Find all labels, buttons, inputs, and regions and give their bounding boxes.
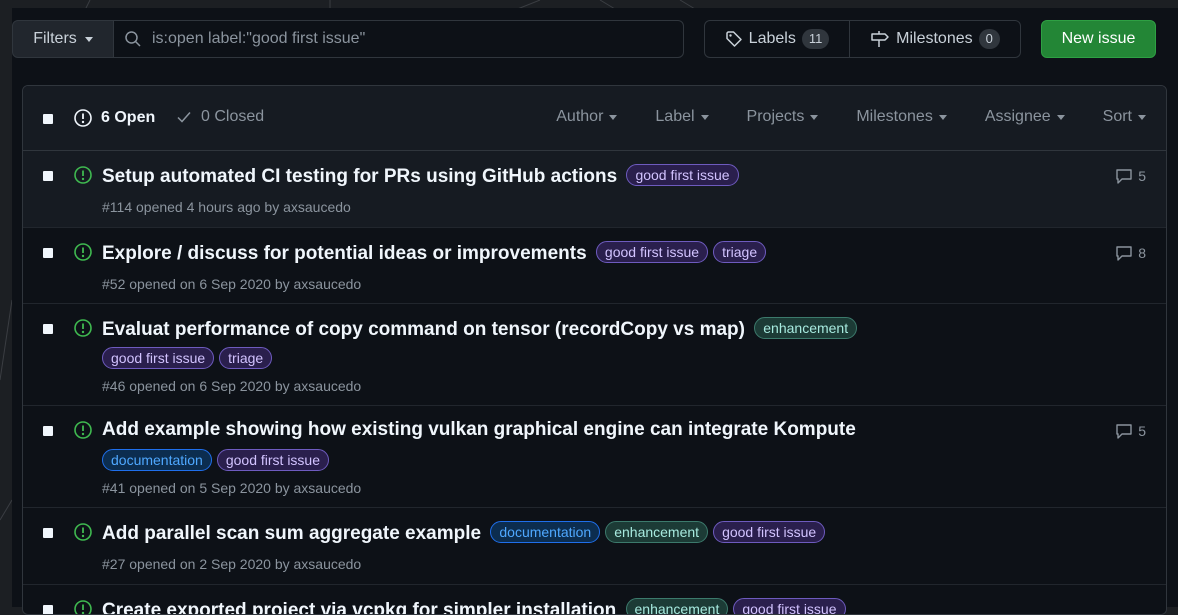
label-documentation[interactable]: documentation [102,449,212,471]
chevron-down-icon [810,114,819,120]
closed-issues-tab[interactable]: 0 Closed [175,108,264,126]
issue-meta: #46 opened on 6 Sep 2020 by axsaucedo [102,378,362,394]
labels-button[interactable]: Labels 11 [704,20,850,58]
issue-checkbox[interactable] [43,528,53,538]
issues-list: 6 Open 0 Closed Author Label Projects Mi… [22,85,1167,615]
select-all-checkbox[interactable] [43,114,53,124]
comment-icon [1116,424,1132,439]
label-triage[interactable]: triage [219,347,273,369]
label-triage[interactable]: triage [713,241,767,263]
issue-meta: #41 opened on 5 Sep 2020 by axsaucedo [102,480,362,496]
issues-list-header: 6 Open 0 Closed Author Label Projects Mi… [23,86,1166,151]
search-box[interactable] [113,20,684,58]
labels-count-badge: 11 [801,29,830,49]
projects-filter[interactable]: Projects [747,108,819,126]
issue-title-link[interactable]: Add example showing how existing vulkan … [102,419,856,440]
issue-meta: #114 opened 4 hours ago by axsaucedo [102,199,351,215]
author-filter-label: Author [556,108,604,125]
author-filter[interactable]: Author [556,108,618,126]
issue-checkbox[interactable] [43,426,53,436]
label-good-first-issue[interactable]: good first issue [216,449,330,471]
issue-title-link[interactable]: Evaluat performance of copy command on t… [102,319,745,340]
issue-meta: #52 opened on 6 Sep 2020 by axsaucedo [102,276,362,292]
search-icon [125,31,141,47]
comment-count: 8 [1138,245,1146,261]
label-good-first-issue[interactable]: good first issue [713,521,826,543]
label-documentation[interactable]: documentation [490,521,601,543]
issue-row[interactable]: Create exported project via vcpkg for si… [23,585,1166,614]
issue-row[interactable]: Explore / discuss for potential ideas or… [23,228,1166,304]
issue-title-link[interactable]: Explore / discuss for potential ideas or… [102,243,587,264]
issue-open-icon [74,166,92,184]
comment-count: 5 [1138,423,1146,439]
label-filter-label: Label [655,108,695,125]
issue-open-icon [74,243,92,261]
closed-count: 0 Closed [201,108,265,125]
milestones-button-label: Milestones [896,30,973,47]
comment-icon [1116,169,1132,184]
issue-title-link[interactable]: Create exported project via vcpkg for si… [102,600,616,614]
issue-title-link[interactable]: Add parallel scan sum aggregate example [102,523,481,544]
chevron-down-icon [938,114,947,120]
issue-row[interactable]: Add parallel scan sum aggregate example … [23,508,1166,585]
milestones-filter[interactable]: Milestones [856,108,947,126]
open-issues-tab[interactable]: 6 Open [73,108,155,128]
chevron-down-icon [84,36,93,42]
issue-open-icon [74,523,92,541]
issue-row[interactable]: Add example showing how existing vulkan … [23,406,1166,508]
projects-filter-label: Projects [746,108,805,125]
header-filters: Author Label Projects Milestones Assigne… [518,108,1146,126]
assignee-filter[interactable]: Assignee [985,108,1065,126]
issue-open-icon [74,319,92,337]
comments-link[interactable]: 5 [1115,167,1146,185]
issue-row[interactable]: Evaluat performance of copy command on t… [23,304,1166,406]
comments-link[interactable]: 5 [1115,422,1146,440]
sort-filter-label: Sort [1102,108,1132,125]
issue-open-icon [74,600,92,614]
issue-title-link[interactable]: Setup automated CI testing for PRs using… [102,166,617,187]
new-issue-button[interactable]: New issue [1041,20,1156,58]
chevron-down-icon [700,114,709,120]
label-good-first-issue[interactable]: good first issue [595,241,709,263]
check-icon [177,112,191,123]
label-enhancement[interactable]: enhancement [754,317,858,339]
sort-filter[interactable]: Sort [1103,108,1146,126]
assignee-filter-label: Assignee [984,108,1051,125]
filters-button[interactable]: Filters [12,20,114,58]
label-enhancement[interactable]: enhancement [605,521,709,543]
label-filter[interactable]: Label [655,108,709,126]
comment-icon [1116,246,1132,261]
chevron-down-icon [1056,114,1065,120]
comments-link[interactable]: 8 [1115,244,1146,262]
tag-icon [725,31,742,47]
issue-meta: #27 opened on 2 Sep 2020 by axsaucedo [102,556,362,572]
comment-count: 5 [1138,168,1146,184]
issue-checkbox[interactable] [43,171,53,181]
issues-toolbar: Filters Labels 11 Milestones 0 New issue [12,20,1156,58]
milestones-button[interactable]: Milestones 0 [849,20,1021,58]
chevron-down-icon [1138,114,1146,120]
issue-checkbox[interactable] [43,324,53,334]
milestone-icon [871,31,889,47]
issue-open-icon [74,109,92,127]
label-good-first-issue[interactable]: good first issue [626,164,739,186]
label-good-first-issue[interactable]: good first issue [102,347,215,369]
issue-row[interactable]: Setup automated CI testing for PRs using… [23,151,1166,228]
labels-button-label: Labels [748,30,796,47]
milestones-count-badge: 0 [978,29,1000,49]
search-input[interactable] [152,30,672,48]
issue-checkbox[interactable] [43,248,53,258]
open-count: 6 Open [101,109,156,126]
issue-open-icon [74,421,92,439]
filters-label: Filters [33,30,77,47]
chevron-down-icon [609,114,618,120]
milestones-filter-label: Milestones [856,108,933,125]
